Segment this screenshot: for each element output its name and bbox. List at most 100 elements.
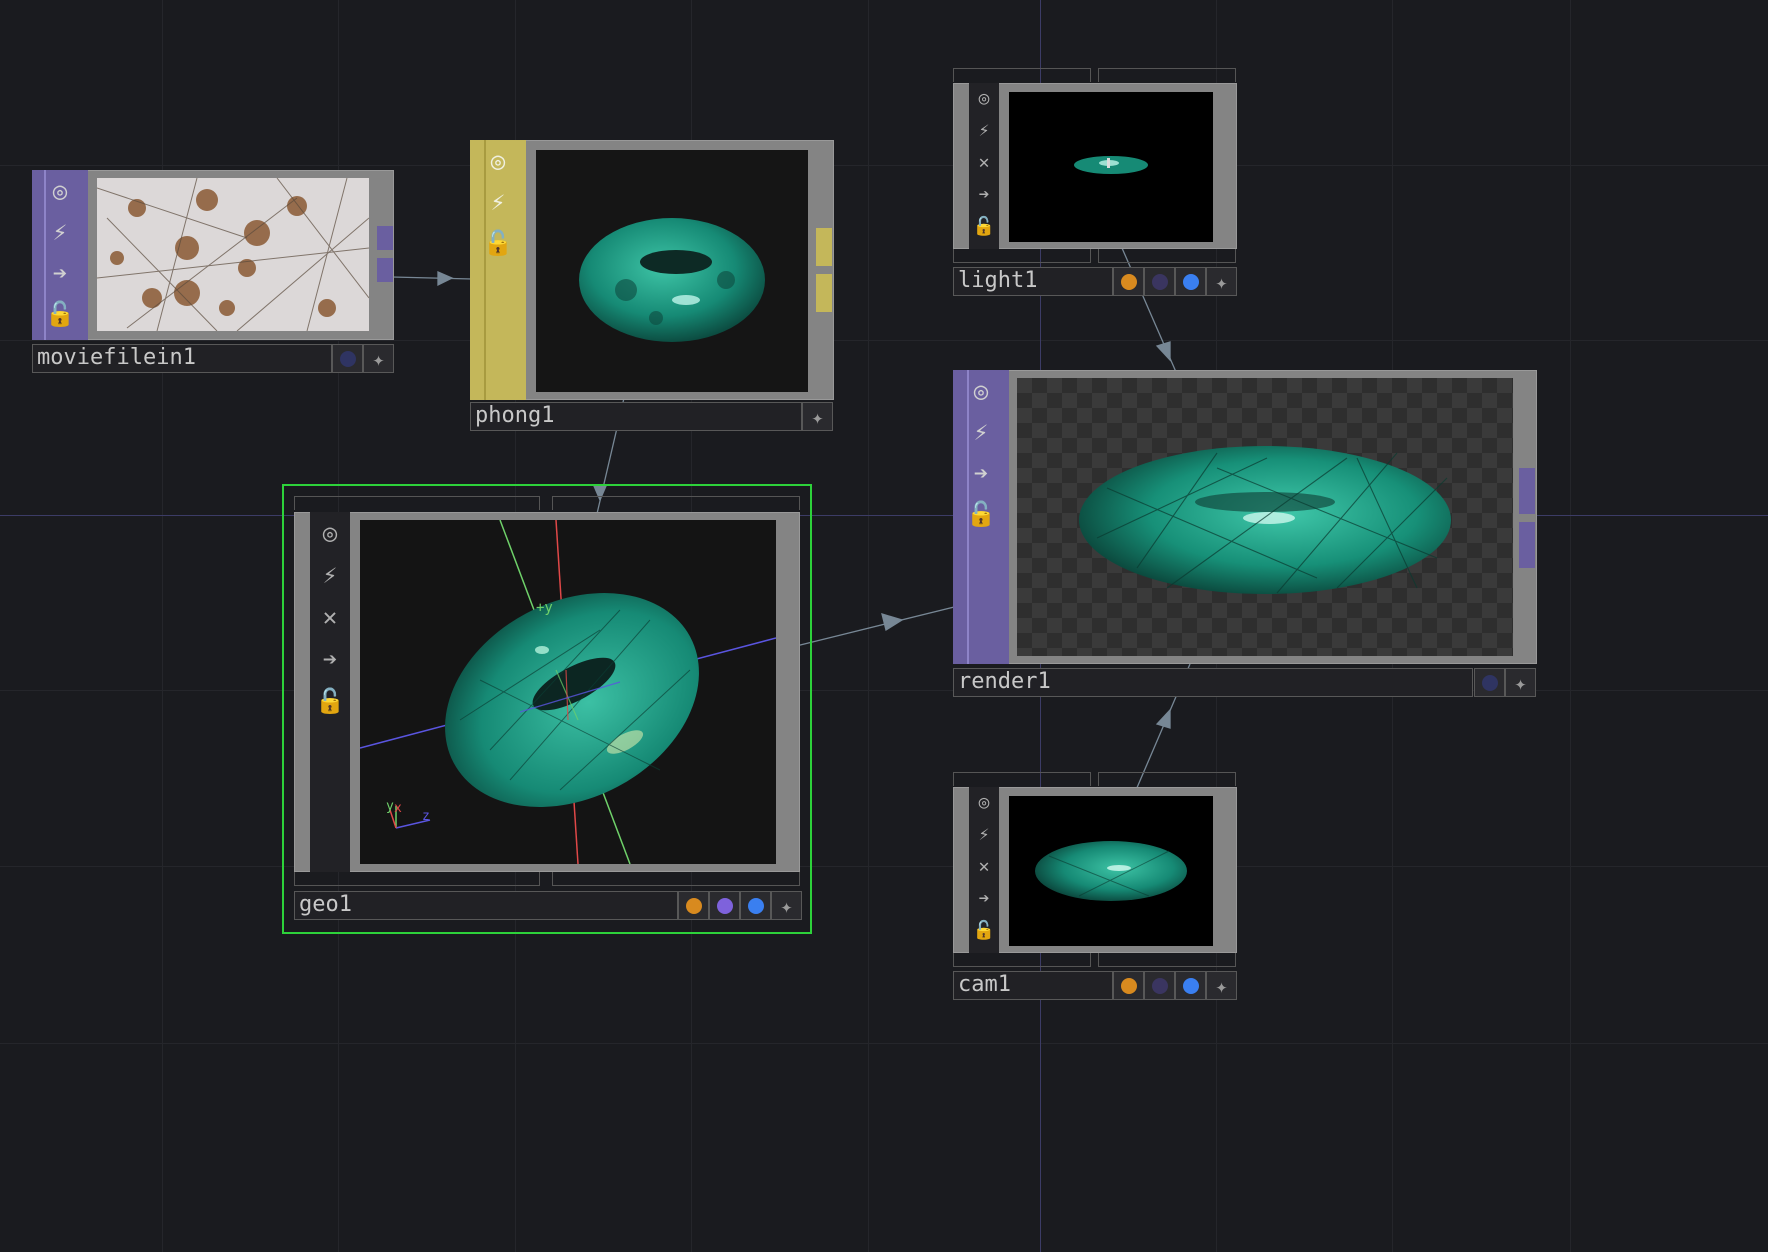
lock-icon[interactable]: 🔓: [32, 293, 88, 334]
display-icon[interactable]: ➔: [32, 252, 88, 293]
flag-cell[interactable]: ✦: [802, 402, 833, 431]
flag-cell[interactable]: [1175, 971, 1206, 1000]
camera-viewport: [1035, 841, 1187, 901]
viewer-active-icon[interactable]: ⚡: [969, 819, 999, 851]
flag-cell[interactable]: [740, 891, 771, 920]
lock-icon[interactable]: 🔓: [969, 915, 999, 947]
input-tab: [1098, 772, 1236, 786]
lock-icon[interactable]: 🔓: [310, 680, 350, 722]
flag-cell[interactable]: [1175, 267, 1206, 296]
flag-cell[interactable]: [1144, 971, 1175, 1000]
target-icon[interactable]: ◎: [32, 170, 88, 211]
node-name-label[interactable]: light1: [953, 267, 1113, 296]
flag-cell[interactable]: ✦: [771, 891, 802, 920]
wire-arrow: [881, 613, 904, 632]
bypass-icon[interactable]: ✕: [969, 147, 999, 179]
viewer-active-icon[interactable]: ⚡: [953, 411, 1009, 452]
purple-flag-icon: [716, 897, 733, 914]
sparkle-icon: ✦: [780, 893, 793, 918]
node-dots: ✦: [1113, 267, 1237, 296]
node-flags: ◎ ⚡ ✕ ➔ 🔓: [310, 512, 350, 872]
gizmo-z-label: z: [422, 809, 430, 824]
lock-icon[interactable]: 🔓: [969, 211, 999, 243]
flag-cell[interactable]: [678, 891, 709, 920]
geo-viewport: +y y x z: [360, 520, 776, 864]
blue-flag-icon: [747, 897, 764, 914]
output-connector[interactable]: [377, 226, 393, 250]
wire-moviefilein1-phong1: [391, 276, 473, 280]
node-viewer-3d[interactable]: +y y x z: [360, 520, 776, 864]
node-name-label[interactable]: cam1: [953, 971, 1113, 1000]
node-flags: ◎ ⚡ 🔓: [470, 140, 526, 400]
display-icon[interactable]: ➔: [969, 883, 999, 915]
node-viewer-light[interactable]: [1009, 92, 1213, 242]
flag-cell[interactable]: [709, 891, 740, 920]
node-geo1[interactable]: ◎ ⚡ ✕ ➔ 🔓 +y y x z geo1 ✦: [282, 484, 812, 934]
target-icon[interactable]: ◎: [470, 140, 526, 181]
dim-flag-icon: [339, 350, 356, 367]
node-light1[interactable]: ◎ ⚡ ✕ ➔ 🔓 light1 ✦: [953, 68, 1237, 300]
flag-cell[interactable]: ✦: [363, 344, 394, 373]
target-icon[interactable]: ◎: [953, 370, 1009, 411]
bypass-icon[interactable]: ✕: [969, 851, 999, 883]
output-tab: [953, 249, 1091, 263]
orange-flag-icon: [1120, 977, 1137, 994]
output-tab: [1098, 953, 1236, 967]
node-viewer-material[interactable]: [536, 150, 808, 392]
lock-icon[interactable]: 🔓: [953, 493, 1009, 534]
wire-arrow: [1155, 341, 1171, 362]
node-moviefilein1[interactable]: ◎ ⚡ ➔ 🔓 moviefilein1 ✦: [32, 170, 394, 375]
node-name-label[interactable]: render1: [953, 668, 1473, 697]
flag-cell[interactable]: [1474, 668, 1505, 697]
display-icon[interactable]: ➔: [310, 638, 350, 680]
flag-cell[interactable]: ✦: [1206, 267, 1237, 296]
node-name-label[interactable]: geo1: [294, 891, 678, 920]
viewer-active-icon[interactable]: ⚡: [969, 115, 999, 147]
output-connector[interactable]: [1519, 522, 1535, 568]
node-name-label[interactable]: moviefilein1: [32, 344, 332, 373]
sparkle-icon: ✦: [1215, 269, 1228, 294]
wire-arrow: [1155, 708, 1171, 729]
node-phong1[interactable]: ◎ ⚡ 🔓 phong1 ✦: [470, 140, 834, 432]
node-dots: ✦: [1474, 668, 1536, 697]
viewer-active-icon[interactable]: ⚡: [32, 211, 88, 252]
node-render1[interactable]: ◎ ⚡ ➔ 🔓 render1 ✦: [953, 370, 1537, 700]
target-icon[interactable]: ◎: [969, 787, 999, 819]
display-icon[interactable]: ➔: [969, 179, 999, 211]
bypass-icon[interactable]: ✕: [310, 596, 350, 638]
display-icon[interactable]: ➔: [953, 452, 1009, 493]
output-connector[interactable]: [1519, 468, 1535, 514]
texture-preview: [97, 178, 369, 331]
node-name-label[interactable]: phong1: [470, 402, 802, 431]
input-tab: [294, 496, 540, 510]
node-viewer-camera[interactable]: [1009, 796, 1213, 946]
node-flags: ◎ ⚡ ✕ ➔ 🔓: [969, 787, 999, 953]
node-cam1[interactable]: ◎ ⚡ ✕ ➔ 🔓 cam1 ✦: [953, 772, 1237, 1004]
dim-flag-icon: [1151, 977, 1168, 994]
gizmo-x-label: x: [394, 801, 402, 816]
flag-cell[interactable]: [1113, 971, 1144, 1000]
render-preview: [1079, 446, 1451, 594]
orange-flag-icon: [685, 897, 702, 914]
viewer-active-icon[interactable]: ⚡: [470, 181, 526, 222]
node-viewer-texture[interactable]: [97, 178, 369, 331]
target-icon[interactable]: ◎: [969, 83, 999, 115]
output-tab: [953, 953, 1091, 967]
light-viewport: [1074, 156, 1148, 174]
target-icon[interactable]: ◎: [310, 512, 350, 554]
flag-cell[interactable]: [1113, 267, 1144, 296]
output-connector[interactable]: [816, 228, 832, 266]
flag-cell[interactable]: ✦: [1505, 668, 1536, 697]
node-viewer-render[interactable]: [1017, 378, 1513, 656]
lock-icon[interactable]: 🔓: [470, 222, 526, 263]
flag-cell[interactable]: [1144, 267, 1175, 296]
gizmo-y-label: y: [386, 799, 394, 814]
output-connector[interactable]: [816, 274, 832, 312]
dim-flag-icon: [1151, 273, 1168, 290]
blue-flag-icon: [1182, 273, 1199, 290]
output-tab: [1098, 249, 1236, 263]
flag-cell[interactable]: [332, 344, 363, 373]
output-connector[interactable]: [377, 258, 393, 282]
viewer-active-icon[interactable]: ⚡: [310, 554, 350, 596]
flag-cell[interactable]: ✦: [1206, 971, 1237, 1000]
